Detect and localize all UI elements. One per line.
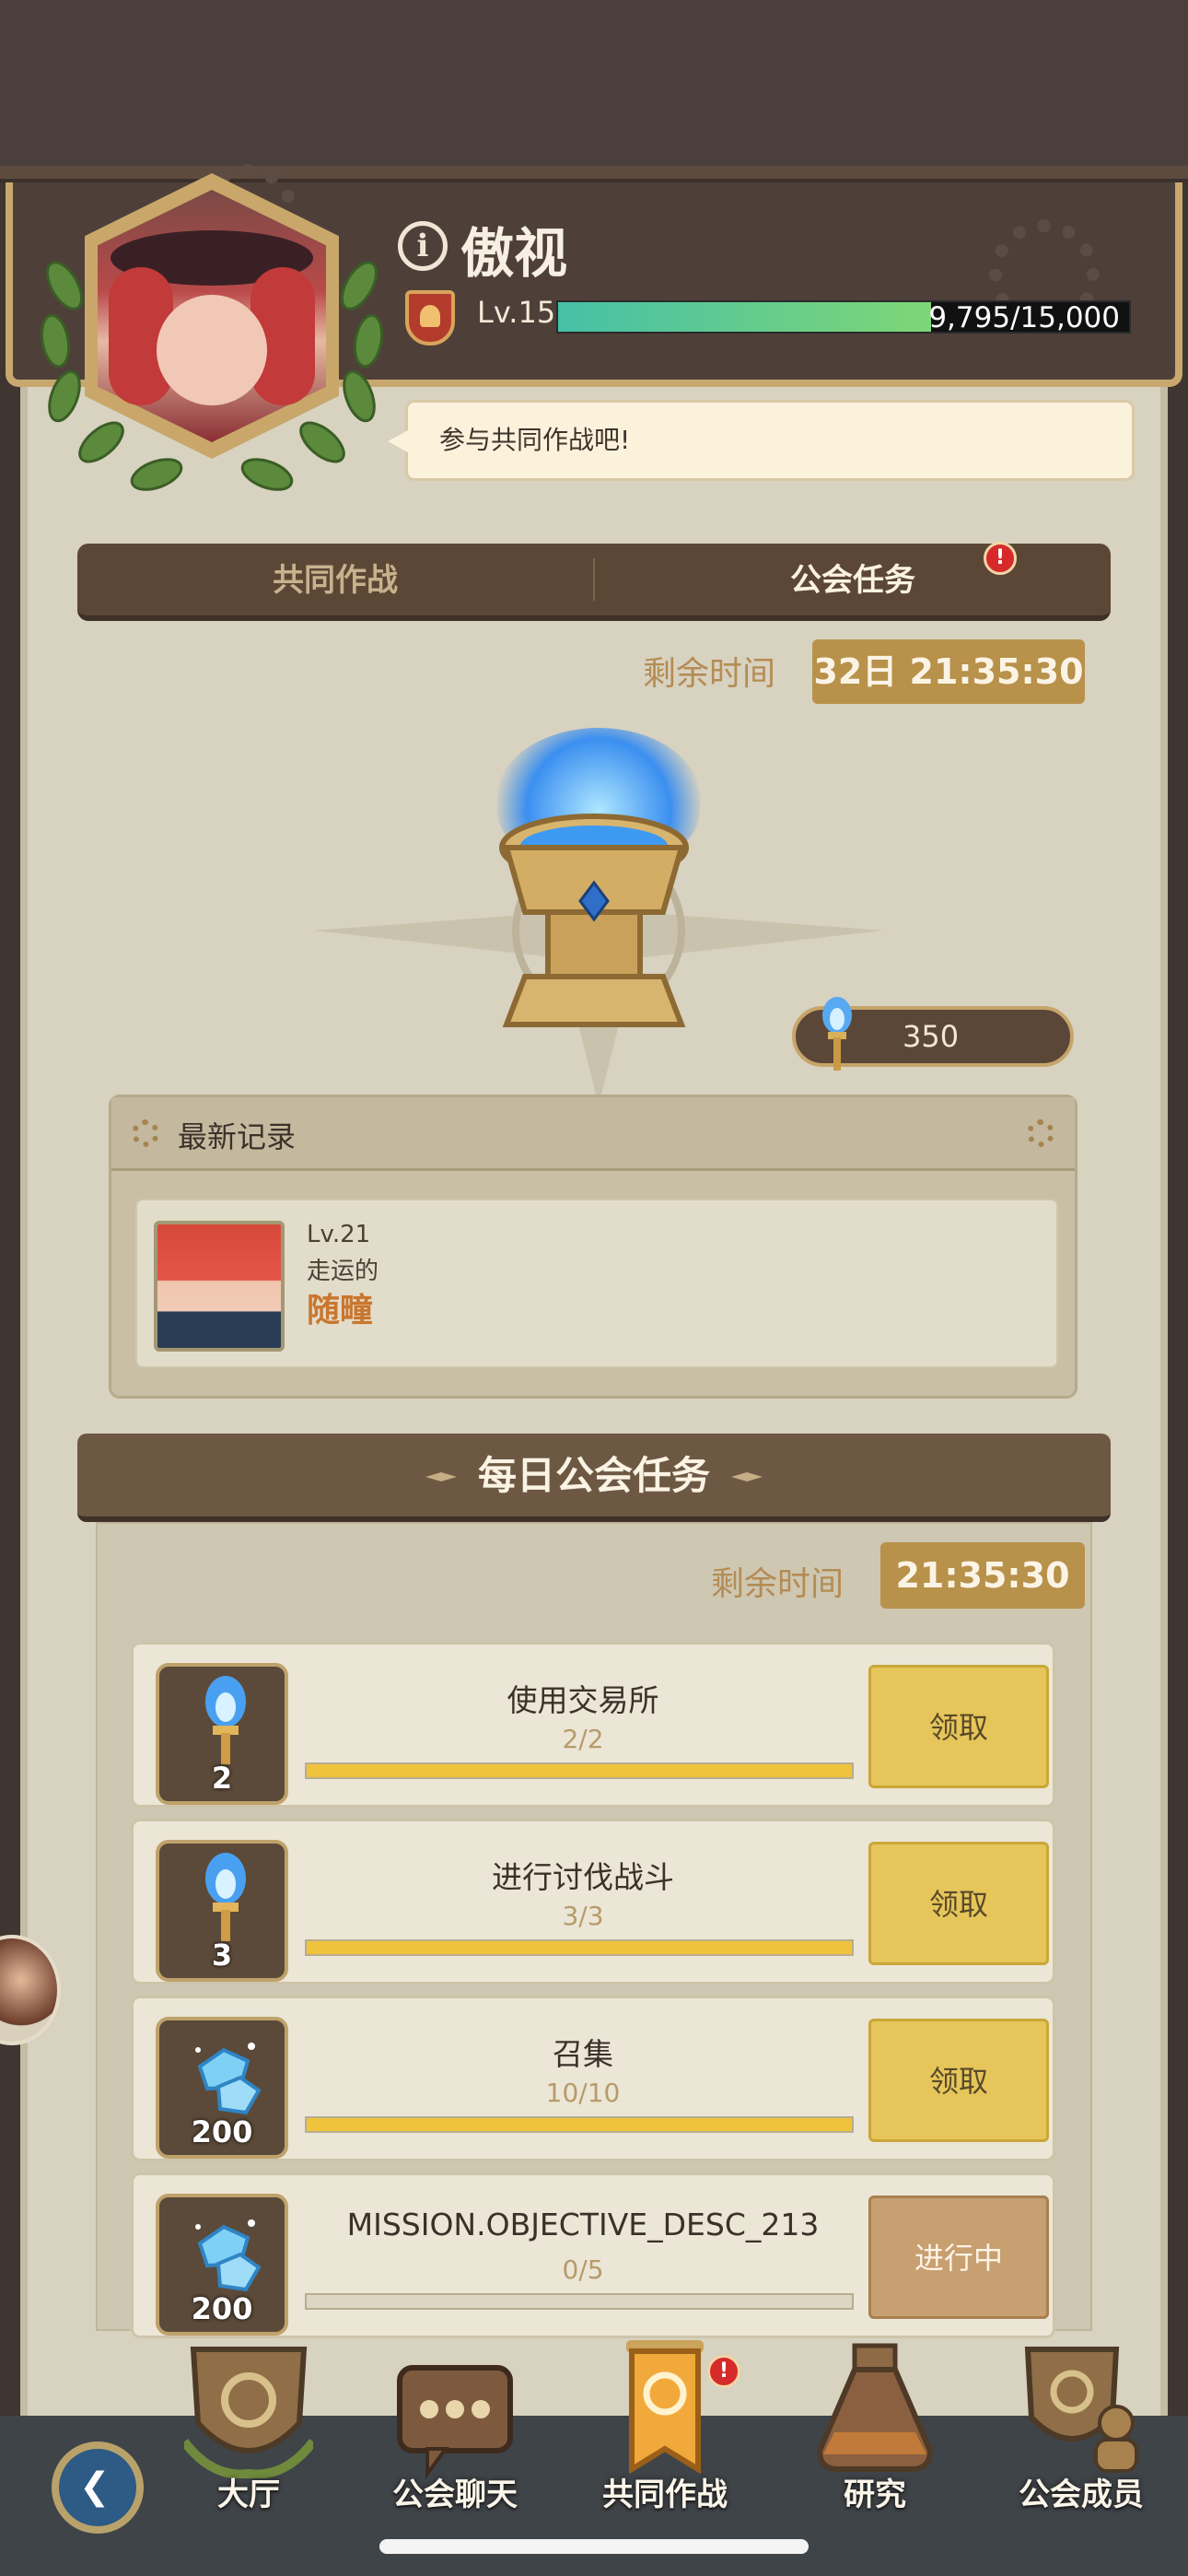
nav-label: 公会聊天 (392, 2476, 518, 2513)
brazier-icon[interactable] (497, 811, 691, 1032)
blue-torch-icon (205, 1676, 246, 1764)
record-level: Lv.21 (307, 1221, 371, 1248)
player-name: 傲视 (460, 222, 568, 285)
daily-remaining-label: 剩余时间 (711, 1565, 844, 1603)
mission-progress-text: 0/5 (562, 2254, 604, 2285)
avatar-face (157, 295, 267, 405)
mission-progress-text: 10/10 (545, 2078, 621, 2108)
guild-tabs: 共同作战 公会任务 (77, 544, 1111, 621)
record-name: 随疃 (307, 1292, 374, 1329)
claim-button[interactable]: 领取 (868, 1842, 1049, 1965)
diamond-icon (195, 2043, 262, 2115)
back-button[interactable]: ❮ (52, 2441, 144, 2534)
claim-button[interactable]: 领取 (868, 1665, 1049, 1788)
right-frame (1168, 182, 1188, 2432)
speech-bubble: 参与共同作战吧! (388, 400, 1135, 481)
nav-label: 公会成员 (1019, 2476, 1144, 2513)
daily-timer: 21:35:30 (880, 1542, 1085, 1609)
home-indicator[interactable] (379, 2539, 809, 2554)
blue-torch-icon (205, 1853, 246, 1941)
members-icon (1024, 2347, 1138, 2473)
mission-progress-bar (305, 2116, 854, 2133)
mission-progress-text: 2/2 (562, 1724, 604, 1754)
torch-count: 350 (903, 1019, 960, 1054)
record-entry[interactable]: Lv.21 走运的 随疃 (135, 1199, 1058, 1368)
nav-label: 研究 (844, 2476, 906, 2513)
top-divider (0, 166, 1188, 182)
mission-reward[interactable]: 200 (156, 2194, 288, 2336)
daily-missions-banner: 每日公会任务 (77, 1434, 1111, 1522)
top-status-area (0, 0, 1188, 166)
remaining-time-label: 剩余时间 (643, 655, 776, 693)
mission-card: 2 使用交易所 2/2 领取 (131, 1642, 1055, 1808)
mission-progress-bar (305, 2293, 854, 2310)
event-timer: 32日 21:35:30 (812, 639, 1085, 704)
xp-bar: 9,795/15,000 (556, 300, 1131, 334)
nav-alert-badge: ! (707, 2355, 740, 2388)
nav-research[interactable]: 研究 (783, 2340, 967, 2524)
mission-progress-fill (307, 1764, 852, 1777)
nav-guild-members[interactable]: 公会成员 (989, 2340, 1173, 2524)
reward-count: 2 (211, 1761, 233, 1796)
mission-reward[interactable]: 3 (156, 1840, 288, 1982)
mission-description: 召集 (553, 2036, 613, 2072)
mission-card: 3 进行讨伐战斗 3/3 领取 (131, 1819, 1055, 1985)
mission-reward[interactable]: 2 (156, 1663, 288, 1805)
mission-reward[interactable]: 200 (156, 2017, 288, 2159)
mission-progress-fill (307, 2118, 852, 2131)
mission-progress-bar (305, 1939, 854, 1956)
hall-shield-icon (184, 2347, 313, 2478)
flask-icon (816, 2343, 934, 2472)
xp-text: 9,795/15,000 (928, 301, 1120, 334)
in-progress-button[interactable]: 进行中 (868, 2195, 1049, 2319)
mission-description: MISSION.OBJECTIVE_DESC_213 (346, 2207, 820, 2242)
mission-progress-fill (307, 1941, 852, 1954)
mission-progress-bar (305, 1762, 854, 1779)
blue-torch-icon (822, 997, 852, 1071)
record-title-text: 走运的 (307, 1258, 379, 1285)
mission-progress-text: 3/3 (562, 1901, 604, 1931)
info-icon[interactable]: i (398, 221, 448, 271)
diamond-icon (195, 2219, 262, 2292)
chat-bubble-icon (397, 2365, 513, 2478)
reward-count: 200 (191, 2291, 253, 2326)
nav-label: 共同作战 (602, 2476, 728, 2513)
mission-card: 200 召集 10/10 领取 (131, 1996, 1055, 2161)
nav-hall[interactable]: 大厅 (157, 2340, 341, 2524)
latest-record-header: 最新记录 (111, 1097, 1075, 1171)
daily-missions-title: 每日公会任务 (477, 1453, 710, 1498)
record-avatar (154, 1221, 285, 1352)
tab-alert-badge: ! (984, 542, 1017, 575)
nav-label: 大厅 (217, 2476, 280, 2513)
mission-card: 200 MISSION.OBJECTIVE_DESC_213 0/5 进行中 (131, 2172, 1055, 2338)
chevron-left-icon: ❮ (79, 2465, 111, 2508)
left-frame (0, 182, 20, 2432)
latest-record-title: 最新记录 (178, 1119, 297, 1154)
tab-joint-battle[interactable]: 共同作战 (77, 544, 593, 615)
reward-count: 200 (191, 2114, 253, 2149)
nav-guild-chat[interactable]: 公会聊天 (363, 2340, 547, 2524)
player-level: Lv.15 (477, 295, 556, 330)
reward-count: 3 (211, 1938, 233, 1973)
guild-emblem-icon (405, 290, 455, 345)
latest-record-panel: 最新记录 Lv.21 走运的 随疃 (109, 1095, 1077, 1399)
xp-bar-fill (558, 302, 931, 332)
torch-currency: 350 (792, 997, 1074, 1071)
mission-description: 进行讨伐战斗 (492, 1859, 674, 1895)
claim-button[interactable]: 领取 (868, 2019, 1049, 2142)
cog-icon (1027, 1119, 1054, 1147)
mission-description: 使用交易所 (507, 1682, 659, 1718)
cog-icon (132, 1119, 159, 1147)
tab-guild-missions[interactable]: 公会任务 (595, 544, 1111, 615)
